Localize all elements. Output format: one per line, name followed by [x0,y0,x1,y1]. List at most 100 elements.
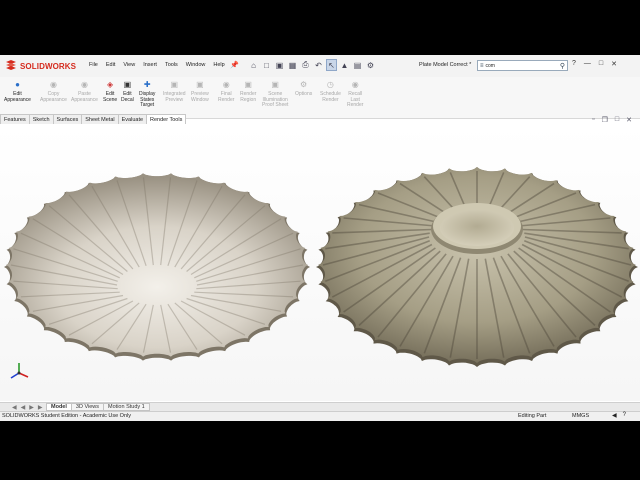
last-tab-icon[interactable]: ▶ [38,404,43,411]
ribbon-label: Scene [103,96,118,103]
ribbon-button-render-region[interactable]: ▣ Render Region [240,80,256,103]
maximize-icon[interactable]: □ [599,60,603,68]
bottom-tab-3d-views[interactable]: 3D Views [70,403,105,411]
window-controls: ? — □ ✕ [572,60,617,68]
ribbon-button-appearance[interactable]: ● Edit Appearance [4,80,31,103]
foot-ring-inner [440,210,514,246]
file-properties-icon[interactable]: ▤ [352,59,363,71]
ribbon-button-preview-window[interactable]: ▣ Preview Window [191,80,209,103]
menu-file[interactable]: File [85,62,102,68]
view-controls: ▫ ❐ □ ✕ [592,116,632,124]
print-icon[interactable]: ⎙ [300,59,311,71]
ribbon-label: Render [218,96,235,103]
status-bar: SOLIDWORKS Student Edition - Academic Us… [0,411,640,421]
command-manager: ● Edit Appearance ◉ Copy Appearance ◉ Paste Appe… [0,77,640,119]
search-icon[interactable]: ⚲ [560,62,565,70]
tab-evaluate[interactable]: Evaluate [117,114,148,124]
ribbon-button-decal[interactable]: ▣ Edit Decal [121,80,134,103]
final-render-icon: ◉ [222,80,230,90]
reference-triad-icon [10,363,29,379]
decal-icon: ▣ [123,80,132,90]
ribbon-label: Target [140,102,155,109]
ds-logo-icon [6,60,16,70]
render-region-icon: ▣ [244,80,252,90]
tab-features[interactable]: Features [0,114,30,124]
pin-icon[interactable]: 📌 [230,61,239,69]
ribbon-label: Appearance [4,96,31,103]
ribbon-label: Proof Sheet [262,102,289,109]
bottom-tab-motion-study-1[interactable]: Motion Study 1 [103,403,150,411]
model-tabs: Model 3D Views Motion Study 1 [46,403,150,411]
ribbon-button-copy-appearance[interactable]: ◉ Copy Appearance [40,80,67,103]
tab-sketch[interactable]: Sketch [28,114,54,124]
ribbon-button-paste-appearance[interactable]: ◉ Paste Appearance [71,80,98,103]
copy-appearance-icon: ◉ [49,80,57,90]
tab-sheet-metal[interactable]: Sheet Metal [81,114,119,124]
ribbon-label: Render [322,96,339,103]
plate-top-view[interactable] [4,173,310,361]
ribbon-button-options[interactable]: ⚙ Options [295,80,312,98]
ribbon-button-scene[interactable]: ◈ Edit Scene [103,80,117,103]
document-name[interactable]: Plate Model Correct * [419,62,471,68]
rebuild-status-icon[interactable]: ◀ [612,412,617,419]
home-icon[interactable]: ⌂ [248,59,259,71]
maximize-view-icon[interactable]: □ [615,116,619,124]
search-input[interactable]: com [486,63,495,69]
bottom-tab-bar: ◀ ◀ ▶ ▶ Model 3D Views Motion Study 1 [0,402,640,411]
menu-window[interactable]: Window [182,62,210,68]
save-icon[interactable]: ▦ [287,59,298,71]
recall-render-icon: ◉ [351,80,359,90]
tab-render-tools[interactable]: Render Tools [146,114,187,124]
prev-tab-icon[interactable]: ◀ [21,404,26,411]
ribbon-label: Options [295,91,313,97]
ribbon-button-schedule-render[interactable]: ◷ Schedule Render [320,80,341,103]
ribbon-button-display-states[interactable]: ✚ Display States Target [139,80,155,109]
search-scope-icon[interactable]: ≡ [478,63,486,69]
restore-icon[interactable]: ❐ [602,116,608,124]
solidworks-logo[interactable]: SOLIDWORKS [4,59,76,73]
minimize-icon[interactable]: — [584,60,591,68]
editing-mode: Editing Part [518,413,547,419]
help-icon[interactable]: ? [572,60,576,68]
tab-surfaces[interactable]: Surfaces [52,114,83,124]
menu-tools[interactable]: Tools [161,62,182,68]
close-icon[interactable]: ✕ [611,60,617,68]
first-tab-icon[interactable]: ◀ [12,404,17,411]
menu-insert[interactable]: Insert [139,62,161,68]
options-gear-icon[interactable]: ⚙ [365,59,376,71]
menu-bar: File Edit View Insert Tools Window Help [85,62,229,68]
new-icon[interactable]: □ [261,59,272,71]
model-viewport[interactable] [0,125,640,401]
paste-appearance-icon: ◉ [80,80,88,90]
ribbon-label: Preview [165,96,184,103]
undo-icon[interactable]: ↶ [313,59,324,71]
display-states-icon: ✚ [143,80,151,90]
illumination-icon: ▣ [271,80,279,90]
quick-access-toolbar: ⌂ □ ▣ ▦ ⎙ ↶ ↖ ▲ ▤ ⚙ [248,59,376,71]
graphics-area[interactable] [0,125,640,401]
rebuild-icon[interactable]: ▲ [339,59,350,71]
ribbon-label: Window [191,96,209,103]
ribbon-button-illumination[interactable]: ▣ Scene Illumination Proof Sheet [262,80,288,109]
ribbon-button-recall-render[interactable]: ◉ Recall Last Render [347,80,363,109]
menu-help[interactable]: Help [209,62,228,68]
bottom-tab-model[interactable]: Model [46,403,72,411]
status-icons: ◀ ? [612,412,626,419]
open-icon[interactable]: ▣ [274,59,285,71]
select-icon[interactable]: ↖ [326,59,337,71]
appearance-icon: ● [15,80,20,90]
tab-navigation: ◀ ◀ ▶ ▶ [12,404,43,411]
command-tabs: Features Sketch Surfaces Sheet Metal Evaluat… [0,114,187,124]
menu-view[interactable]: View [119,62,139,68]
next-tab-icon[interactable]: ▶ [29,404,34,411]
ribbon-label: Region [240,96,257,103]
search-box[interactable]: ≡ com ⚲ [477,60,568,71]
tile-icon[interactable]: ▫ [592,116,594,124]
ribbon-button-integrated-preview[interactable]: ▣ Integrated Preview [163,80,186,103]
plate-bottom-view[interactable] [316,167,638,367]
close-view-icon[interactable]: ✕ [626,116,632,124]
ribbon-button-final-render[interactable]: ◉ Final Render [218,80,234,103]
help-status-icon[interactable]: ? [623,412,626,419]
units-selector[interactable]: MMGS [572,413,589,419]
menu-edit[interactable]: Edit [102,62,119,68]
